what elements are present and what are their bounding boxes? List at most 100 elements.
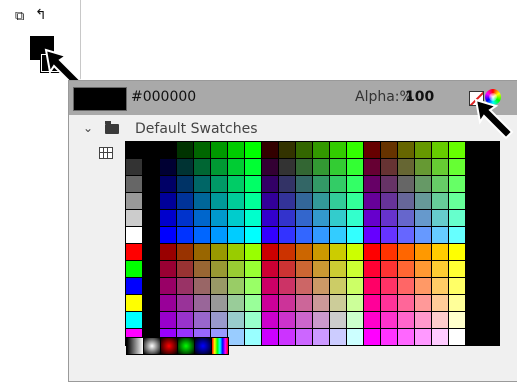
color-swatch[interactable] xyxy=(483,261,499,277)
color-swatch[interactable] xyxy=(296,176,312,192)
color-swatch[interactable] xyxy=(194,227,210,243)
color-swatch[interactable] xyxy=(143,244,159,260)
color-swatch[interactable] xyxy=(228,210,244,226)
color-swatch[interactable] xyxy=(330,193,346,209)
color-swatch[interactable] xyxy=(347,193,363,209)
color-swatch[interactable] xyxy=(313,261,329,277)
color-swatch[interactable] xyxy=(364,312,380,328)
color-swatch[interactable] xyxy=(228,278,244,294)
color-swatch[interactable] xyxy=(228,159,244,175)
color-swatch[interactable] xyxy=(262,142,278,158)
color-swatch[interactable] xyxy=(347,176,363,192)
color-swatch[interactable] xyxy=(432,159,448,175)
color-swatch[interactable] xyxy=(126,210,142,226)
color-swatch[interactable] xyxy=(330,142,346,158)
color-swatch[interactable] xyxy=(160,159,176,175)
color-swatch[interactable] xyxy=(466,244,482,260)
color-swatch[interactable] xyxy=(483,244,499,260)
color-swatch[interactable] xyxy=(347,312,363,328)
color-swatch[interactable] xyxy=(160,312,176,328)
color-swatch[interactable] xyxy=(177,193,193,209)
color-swatch[interactable] xyxy=(449,193,465,209)
color-swatch[interactable] xyxy=(262,329,278,345)
gradient-swatch[interactable] xyxy=(195,338,211,354)
color-swatch[interactable] xyxy=(313,295,329,311)
color-swatch[interactable] xyxy=(483,142,499,158)
color-swatch[interactable] xyxy=(296,295,312,311)
color-swatch[interactable] xyxy=(279,159,295,175)
gradient-swatch[interactable] xyxy=(212,338,228,354)
color-swatch[interactable] xyxy=(432,278,448,294)
color-swatch[interactable] xyxy=(449,244,465,260)
color-swatch[interactable] xyxy=(347,227,363,243)
color-swatch[interactable] xyxy=(381,193,397,209)
color-swatch[interactable] xyxy=(381,159,397,175)
color-swatch[interactable] xyxy=(483,193,499,209)
color-swatch[interactable] xyxy=(466,295,482,311)
color-swatch[interactable] xyxy=(381,227,397,243)
color-swatch[interactable] xyxy=(347,159,363,175)
color-swatch[interactable] xyxy=(449,227,465,243)
color-swatch[interactable] xyxy=(347,244,363,260)
color-swatch[interactable] xyxy=(347,329,363,345)
color-swatch[interactable] xyxy=(398,159,414,175)
color-swatch[interactable] xyxy=(364,193,380,209)
color-swatch[interactable] xyxy=(415,244,431,260)
color-swatch[interactable] xyxy=(381,210,397,226)
color-swatch[interactable] xyxy=(330,176,346,192)
color-swatch[interactable] xyxy=(483,176,499,192)
color-swatch[interactable] xyxy=(245,210,261,226)
color-swatch[interactable] xyxy=(313,227,329,243)
hex-value-field[interactable]: #000000 xyxy=(131,89,196,105)
color-swatch[interactable] xyxy=(194,261,210,277)
color-swatch[interactable] xyxy=(364,227,380,243)
color-swatch[interactable] xyxy=(160,295,176,311)
color-swatch[interactable] xyxy=(364,278,380,294)
color-swatch[interactable] xyxy=(398,210,414,226)
color-swatch[interactable] xyxy=(313,142,329,158)
color-swatch[interactable] xyxy=(364,210,380,226)
gradient-swatch[interactable] xyxy=(161,338,177,354)
color-swatch[interactable] xyxy=(279,193,295,209)
color-swatch[interactable] xyxy=(279,227,295,243)
color-swatch[interactable] xyxy=(143,193,159,209)
color-swatch[interactable] xyxy=(245,261,261,277)
color-swatch[interactable] xyxy=(211,159,227,175)
color-swatch[interactable] xyxy=(160,142,176,158)
chevron-down-icon[interactable]: ⌄ xyxy=(83,121,93,135)
color-swatch[interactable] xyxy=(449,176,465,192)
color-swatch[interactable] xyxy=(279,142,295,158)
color-swatch[interactable] xyxy=(279,295,295,311)
color-swatch[interactable] xyxy=(279,176,295,192)
color-swatch[interactable] xyxy=(364,142,380,158)
color-swatch[interactable] xyxy=(279,312,295,328)
color-swatch[interactable] xyxy=(126,278,142,294)
color-swatch[interactable] xyxy=(347,278,363,294)
reset-colors-icon[interactable]: ↰ xyxy=(35,8,47,22)
color-swatch[interactable] xyxy=(432,261,448,277)
color-swatch[interactable] xyxy=(313,210,329,226)
color-swatch[interactable] xyxy=(160,261,176,277)
color-swatch[interactable] xyxy=(330,295,346,311)
color-swatch[interactable] xyxy=(211,142,227,158)
color-swatch[interactable] xyxy=(126,312,142,328)
color-swatch[interactable] xyxy=(381,312,397,328)
color-swatch[interactable] xyxy=(330,278,346,294)
color-swatch[interactable] xyxy=(177,312,193,328)
color-swatch[interactable] xyxy=(228,295,244,311)
color-swatch[interactable] xyxy=(432,329,448,345)
color-swatch[interactable] xyxy=(160,176,176,192)
color-swatch[interactable] xyxy=(228,329,244,345)
color-swatch[interactable] xyxy=(262,244,278,260)
color-swatch[interactable] xyxy=(398,244,414,260)
color-swatch[interactable] xyxy=(211,210,227,226)
color-swatch[interactable] xyxy=(194,295,210,311)
color-swatch[interactable] xyxy=(279,244,295,260)
color-swatch[interactable] xyxy=(228,176,244,192)
color-swatch[interactable] xyxy=(415,312,431,328)
color-swatch[interactable] xyxy=(143,142,159,158)
color-swatch[interactable] xyxy=(466,142,482,158)
color-swatch[interactable] xyxy=(126,227,142,243)
color-swatch[interactable] xyxy=(296,227,312,243)
color-swatch[interactable] xyxy=(398,312,414,328)
